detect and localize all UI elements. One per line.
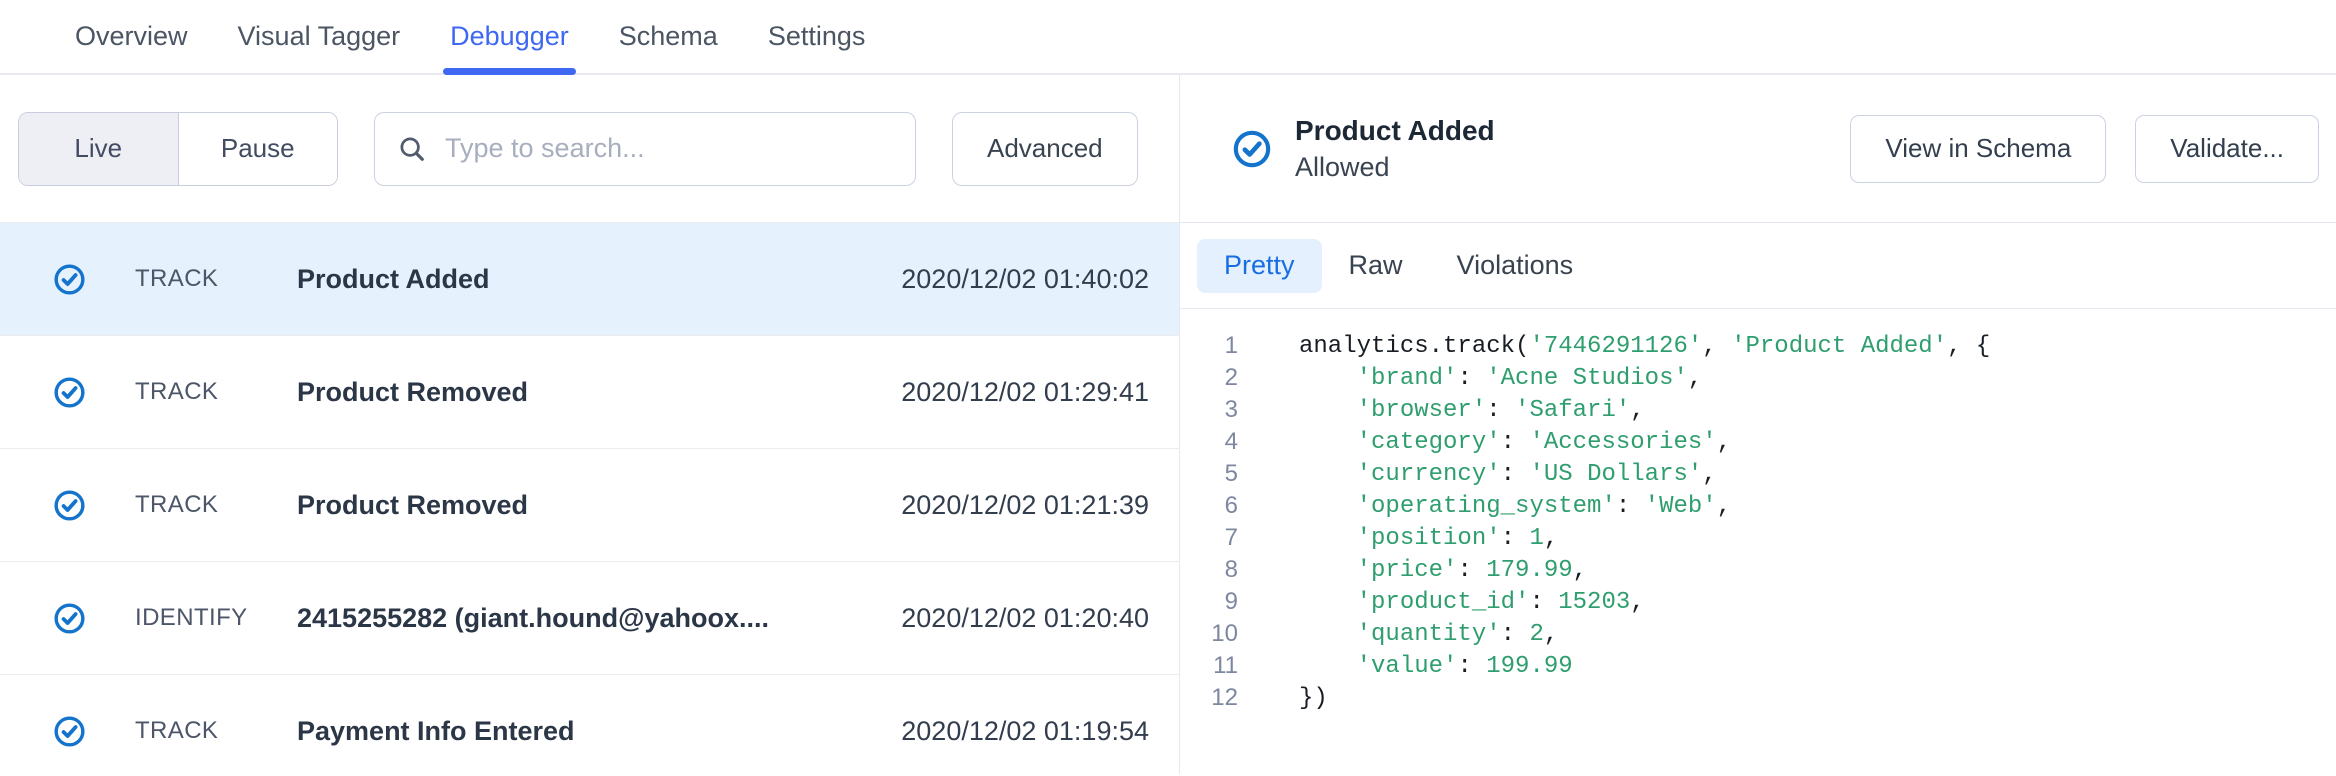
line-number: 12 (1180, 684, 1238, 712)
debugger-event-list-panel: Live Pause Advanced TRACK Product Added … (0, 75, 1180, 774)
tab-pretty[interactable]: Pretty (1197, 239, 1322, 293)
code-line: 5 'currency': 'US Dollars', (1180, 458, 2336, 490)
code-content: 'value': 199.99 (1299, 653, 1573, 680)
event-row[interactable]: TRACK Payment Info Entered 2020/12/02 01… (0, 675, 1179, 774)
event-timestamp: 2020/12/02 01:29:41 (901, 377, 1149, 408)
event-name: Product Added (297, 264, 490, 295)
search-box (374, 112, 916, 186)
event-name: Product Removed (297, 490, 528, 521)
event-type: TRACK (135, 378, 297, 406)
code-line: 1 analytics.track('7446291126', 'Product… (1180, 330, 2336, 362)
line-number: 11 (1180, 652, 1238, 680)
detail-status: Allowed (1295, 152, 1495, 183)
event-name: Payment Info Entered (297, 716, 575, 747)
event-row[interactable]: TRACK Product Added 2020/12/02 01:40:02 (0, 223, 1179, 336)
event-list: TRACK Product Added 2020/12/02 01:40:02 … (0, 222, 1179, 774)
code-line: 6 'operating_system': 'Web', (1180, 490, 2336, 522)
code-line: 4 'category': 'Accessories', (1180, 426, 2336, 458)
nav-tab-debugger[interactable]: Debugger (450, 0, 569, 73)
code-content: }) (1299, 685, 1328, 712)
code-content: 'brand': 'Acne Studios', (1299, 365, 1702, 392)
event-row[interactable]: TRACK Product Removed 2020/12/02 01:29:4… (0, 336, 1179, 449)
line-number: 1 (1180, 332, 1238, 360)
check-circle-icon (53, 489, 86, 522)
event-row[interactable]: TRACK Product Removed 2020/12/02 01:21:3… (0, 449, 1179, 562)
detail-header: Product Added Allowed View in Schema Val… (1180, 75, 2336, 222)
line-number: 5 (1180, 460, 1238, 488)
check-circle-icon (53, 602, 86, 635)
code-line: 12 }) (1180, 682, 2336, 714)
event-type: IDENTIFY (135, 604, 297, 632)
code-view-tabs: PrettyRawViolations (1180, 223, 2336, 308)
event-name: Product Removed (297, 377, 528, 408)
code-viewer: 1 analytics.track('7446291126', 'Product… (1180, 309, 2336, 774)
check-circle-icon (53, 376, 86, 409)
event-row[interactable]: IDENTIFY 2415255282 (giant.hound@yahoox.… (0, 562, 1179, 675)
event-timestamp: 2020/12/02 01:20:40 (901, 603, 1149, 634)
code-line: 8 'price': 179.99, (1180, 554, 2336, 586)
search-input[interactable] (445, 133, 893, 164)
code-content: 'quantity': 2, (1299, 621, 1558, 648)
line-number: 2 (1180, 364, 1238, 392)
nav-tab-visual-tagger[interactable]: Visual Tagger (238, 0, 401, 73)
code-content: 'browser': 'Safari', (1299, 397, 1645, 424)
event-timestamp: 2020/12/02 01:40:02 (901, 264, 1149, 295)
live-pause-toggle: Live Pause (18, 112, 338, 186)
nav-tab-settings[interactable]: Settings (768, 0, 866, 73)
code-content: analytics.track('7446291126', 'Product A… (1299, 333, 1990, 360)
detail-title: Product Added (1295, 115, 1495, 147)
code-line: 9 'product_id': 15203, (1180, 586, 2336, 618)
code-line: 7 'position': 1, (1180, 522, 2336, 554)
line-number: 3 (1180, 396, 1238, 424)
event-type: TRACK (135, 717, 297, 745)
line-number: 4 (1180, 428, 1238, 456)
line-number: 6 (1180, 492, 1238, 520)
list-controls: Live Pause Advanced (0, 75, 1179, 222)
code-line: 10 'quantity': 2, (1180, 618, 2336, 650)
nav-tab-overview[interactable]: Overview (75, 0, 188, 73)
line-number: 8 (1180, 556, 1238, 584)
code-line: 2 'brand': 'Acne Studios', (1180, 362, 2336, 394)
code-content: 'currency': 'US Dollars', (1299, 461, 1717, 488)
advanced-button[interactable]: Advanced (952, 112, 1138, 186)
code-content: 'operating_system': 'Web', (1299, 493, 1731, 520)
code-content: 'category': 'Accessories', (1299, 429, 1731, 456)
code-line: 11 'value': 199.99 (1180, 650, 2336, 682)
line-number: 10 (1180, 620, 1238, 648)
event-type: TRACK (135, 265, 297, 293)
check-circle-icon (53, 263, 86, 296)
pause-button[interactable]: Pause (179, 113, 338, 185)
event-type: TRACK (135, 491, 297, 519)
view-in-schema-button[interactable]: View in Schema (1850, 115, 2106, 183)
code-line: 3 'browser': 'Safari', (1180, 394, 2336, 426)
line-number: 7 (1180, 524, 1238, 552)
nav-tab-schema[interactable]: Schema (619, 0, 718, 73)
code-content: 'price': 179.99, (1299, 557, 1587, 584)
code-content: 'product_id': 15203, (1299, 589, 1645, 616)
line-number: 9 (1180, 588, 1238, 616)
event-detail-panel: Product Added Allowed View in Schema Val… (1180, 75, 2336, 774)
search-icon (397, 134, 427, 164)
tab-violations[interactable]: Violations (1430, 239, 1601, 293)
top-nav: Overview Visual Tagger Debugger Schema Setti… (0, 0, 2336, 75)
check-circle-icon (1232, 129, 1272, 169)
event-timestamp: 2020/12/02 01:19:54 (901, 716, 1149, 747)
tab-raw[interactable]: Raw (1322, 239, 1430, 293)
live-button[interactable]: Live (19, 113, 179, 185)
event-name: 2415255282 (giant.hound@yahoox.... (297, 603, 769, 634)
event-timestamp: 2020/12/02 01:21:39 (901, 490, 1149, 521)
check-circle-icon (53, 715, 86, 748)
code-content: 'position': 1, (1299, 525, 1558, 552)
validate-button[interactable]: Validate... (2135, 115, 2319, 183)
